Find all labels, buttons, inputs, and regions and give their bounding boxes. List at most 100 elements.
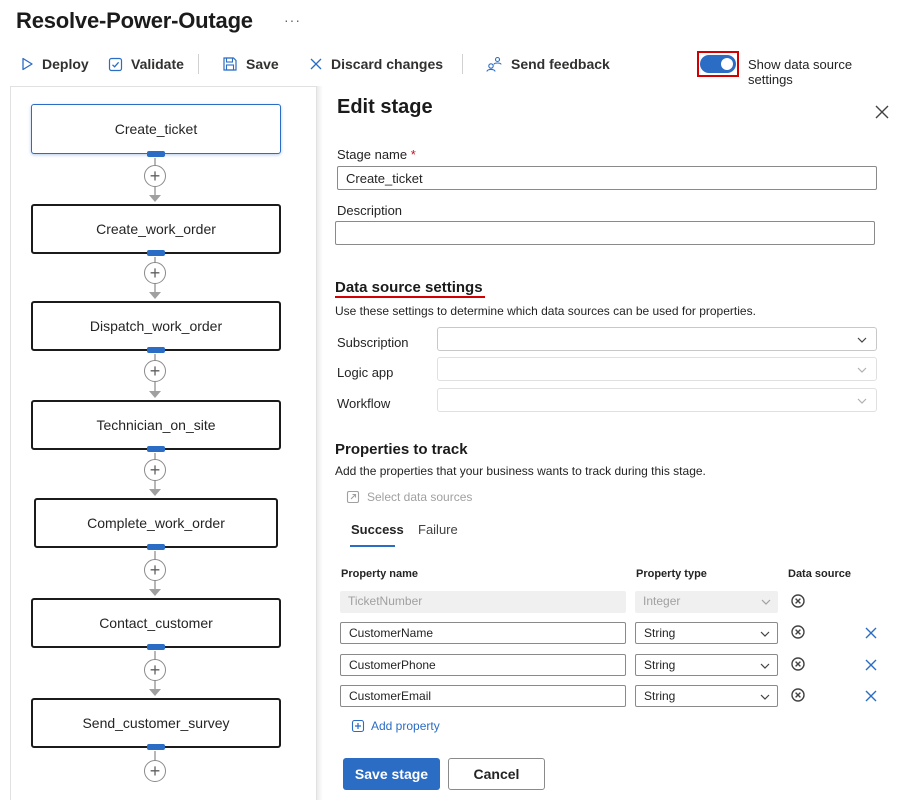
description-input[interactable] <box>335 221 875 245</box>
add-stage-icon[interactable]: + <box>144 559 166 581</box>
validate-label: Validate <box>131 56 184 72</box>
chevron-down-icon <box>760 631 770 637</box>
deploy-button[interactable]: Deploy <box>20 52 89 76</box>
stage-port <box>147 250 165 256</box>
stage-node[interactable]: Complete_work_order <box>34 498 278 550</box>
save-button[interactable]: Save <box>222 52 279 76</box>
tab-success[interactable]: Success <box>351 522 404 537</box>
stage-label: Technician_on_site <box>96 417 216 433</box>
canvas-divider-shadow <box>317 86 323 800</box>
stage-node[interactable]: Create_work_order <box>31 204 281 256</box>
stage-node[interactable]: Technician_on_site <box>31 400 281 452</box>
chevron-down-icon <box>857 337 867 343</box>
stage-port <box>147 744 165 750</box>
stage-port <box>147 347 165 353</box>
property-type-value: String <box>644 689 676 703</box>
stage-name-input[interactable] <box>337 166 877 190</box>
property-name-input[interactable]: CustomerEmail <box>340 685 626 707</box>
play-icon <box>22 57 33 71</box>
stage-connector: + <box>140 158 170 204</box>
add-stage-icon[interactable]: + <box>144 360 166 382</box>
delete-property-icon[interactable] <box>864 626 878 640</box>
add-icon <box>351 719 365 733</box>
property-name-input[interactable]: CustomerPhone <box>340 654 626 676</box>
workflow-select[interactable] <box>437 388 877 412</box>
stage-label: Create_ticket <box>114 121 198 137</box>
save-label: Save <box>246 56 279 72</box>
stage-node[interactable]: Contact_customer <box>31 598 281 650</box>
data-source-clear-icon[interactable] <box>790 656 806 672</box>
discard-label: Discard changes <box>331 56 444 72</box>
property-type-select[interactable]: String <box>635 685 778 707</box>
property-type-value: String <box>644 658 676 672</box>
add-stage-icon[interactable]: + <box>144 459 166 481</box>
properties-hint: Add the properties that your business wa… <box>335 464 706 478</box>
stage-name-label: Stage name * <box>337 147 416 162</box>
stage-label: Contact_customer <box>99 615 213 631</box>
data-source-clear-icon[interactable] <box>790 687 806 703</box>
data-source-settings-title: Data source settings <box>335 279 483 296</box>
chevron-down-icon <box>761 599 771 605</box>
chevron-down-icon <box>760 694 770 700</box>
close-panel-icon[interactable] <box>872 102 892 122</box>
save-icon <box>223 57 237 71</box>
close-icon <box>310 58 322 70</box>
send-feedback-button[interactable]: Send feedback <box>485 52 610 76</box>
property-type-select[interactable]: String <box>635 654 778 676</box>
deploy-label: Deploy <box>42 56 89 72</box>
checkbox-check-icon <box>108 57 123 71</box>
chevron-down-icon <box>857 367 867 373</box>
delete-property-icon[interactable] <box>864 658 878 672</box>
stage-node[interactable]: Create_ticket <box>31 104 281 157</box>
property-type-value: Integer <box>643 594 681 608</box>
page-title: Resolve-Power-Outage <box>16 8 253 33</box>
data-source-hint: Use these settings to determine which da… <box>335 304 756 318</box>
logic-app-label: Logic app <box>337 365 394 380</box>
add-stage-icon[interactable]: + <box>144 760 166 782</box>
validate-button[interactable]: Validate <box>108 52 184 76</box>
stage-connector: + <box>140 354 170 400</box>
stage-label: Complete_work_order <box>87 515 225 531</box>
data-source-toggle[interactable] <box>700 55 736 73</box>
toggle-label: Show data source settings <box>748 57 853 87</box>
stage-connector: + <box>140 751 170 791</box>
delete-property-icon[interactable] <box>864 689 878 703</box>
stage-port <box>147 644 165 650</box>
property-name-input[interactable]: CustomerName <box>340 622 626 644</box>
add-stage-icon[interactable]: + <box>144 262 166 284</box>
toggle-knob <box>721 58 733 70</box>
property-type-value: String <box>644 626 676 640</box>
logic-app-select[interactable] <box>437 357 877 381</box>
cancel-button[interactable]: Cancel <box>448 758 545 790</box>
subscription-select[interactable] <box>437 327 877 351</box>
add-stage-icon[interactable]: + <box>144 165 166 187</box>
highlight-underline <box>335 296 485 298</box>
feedback-people-icon <box>486 56 502 72</box>
select-data-sources-button[interactable]: Select data sources <box>346 490 472 504</box>
tab-failure[interactable]: Failure <box>418 522 458 537</box>
stage-connector: + <box>140 453 170 498</box>
data-source-clear-icon[interactable] <box>790 593 806 609</box>
required-mark: * <box>410 147 416 162</box>
panel-title: Edit stage <box>337 96 433 118</box>
stage-connector: + <box>140 257 170 301</box>
discard-changes-button[interactable]: Discard changes <box>309 52 443 76</box>
stage-connector: + <box>140 651 170 698</box>
toolbar-divider <box>198 54 199 74</box>
add-stage-icon[interactable]: + <box>144 659 166 681</box>
property-type-select[interactable]: String <box>635 622 778 644</box>
stage-label: Create_work_order <box>96 221 216 237</box>
properties-title: Properties to track <box>335 441 468 458</box>
stage-label: Dispatch_work_order <box>89 318 223 334</box>
add-property-label: Add property <box>371 719 440 733</box>
data-source-clear-icon[interactable] <box>790 624 806 640</box>
property-type-select: Integer <box>635 591 778 613</box>
add-property-button[interactable]: Add property <box>351 719 440 733</box>
column-header-data-source: Data source <box>788 568 851 580</box>
stage-port <box>147 446 165 452</box>
more-options-icon[interactable]: ··· <box>284 12 301 28</box>
save-stage-button[interactable]: Save stage <box>343 758 440 790</box>
stage-node[interactable]: Dispatch_work_order <box>31 301 281 353</box>
stage-node[interactable]: Send_customer_survey <box>31 698 281 750</box>
stage-connector: + <box>140 551 170 598</box>
